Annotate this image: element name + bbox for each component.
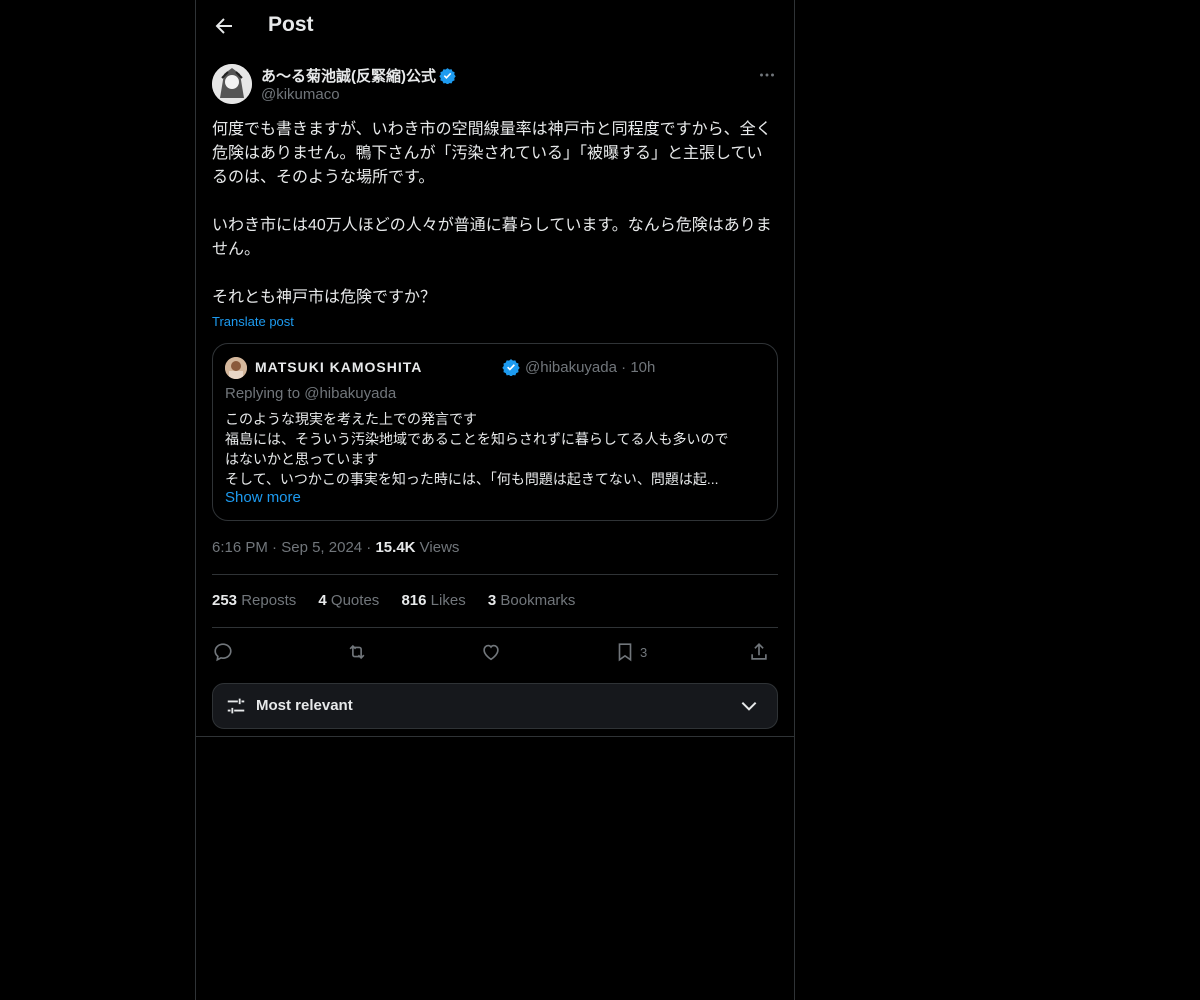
post-time[interactable]: 6:16 PM: [212, 539, 268, 556]
divider: [212, 574, 778, 575]
post-author: あ〜る菊池誠(反緊縮)公式 @kikumaco: [212, 64, 778, 108]
bookmark-count: 3: [640, 644, 648, 660]
quote-age: 10h: [630, 359, 656, 376]
quote-avatar: [225, 357, 247, 379]
avatar[interactable]: [212, 64, 252, 104]
like-button[interactable]: [480, 638, 502, 666]
repost-button[interactable]: [346, 638, 368, 666]
post-meta: 6:16 PM · Sep 5, 2024 · 15.4K Views: [212, 539, 460, 556]
replying-handle: @hibakuyada: [304, 385, 397, 402]
verified-badge-icon: [439, 67, 456, 88]
header: Post: [196, 0, 794, 54]
more-button[interactable]: [756, 64, 778, 86]
quotes-stat[interactable]: 4 Quotes: [318, 592, 379, 609]
post-stats: 253 Reposts 4 Quotes 816 Likes 3 Bookmar…: [212, 592, 593, 609]
verified-badge-icon: [502, 358, 520, 381]
reposts-count: 253: [212, 592, 238, 609]
quote-line: そして、いつかこの事実を知った時には、「何も問題は起きてない、問題は起...: [225, 471, 719, 487]
divider: [196, 736, 794, 737]
quote-separator: ·: [621, 359, 627, 376]
post-column: Post あ〜る菊池誠(反緊縮)公式 @kikumaco 何度でも書きますが、い…: [195, 0, 795, 1000]
translate-post-link[interactable]: Translate post: [212, 314, 294, 329]
likes-count: 816: [401, 592, 427, 609]
quote-line: 福島には、そういう汚染地域であることを知らされずに暮らしてる人も多いので: [225, 431, 729, 447]
quote-line: このような現実を考えた上での発言です: [225, 411, 477, 427]
quotes-label: Quotes: [330, 592, 380, 609]
post-body: 何度でも書きますが、いわき市の空間線量率は神戸市と同程度ですから、全く危険はあり…: [212, 121, 772, 306]
bookmark-button[interactable]: 3: [614, 638, 647, 666]
quote-meta: @hibakuyada · 10h: [525, 359, 655, 376]
quote-replying-to: Replying to @hibakuyada: [225, 385, 396, 402]
views-count: 15.4K: [375, 539, 416, 556]
bookmarks-stat[interactable]: 3 Bookmarks: [488, 592, 576, 609]
show-more-link[interactable]: Show more: [225, 489, 301, 506]
share-icon: [751, 643, 767, 660]
bookmark-icon: [618, 643, 632, 662]
bookmarks-count: 3: [487, 592, 497, 609]
heart-icon: [483, 644, 499, 661]
quoted-post[interactable]: MATSUKI KAMOSHITA @hibakuyada · 10h Repl…: [212, 343, 778, 521]
author-name[interactable]: あ〜る菊池誠(反緊縮)公式: [261, 65, 456, 88]
chevron-down-icon: [741, 701, 757, 711]
views-label: Views: [419, 539, 460, 556]
quote-author-name: MATSUKI KAMOSHITA: [255, 359, 423, 375]
author-handle[interactable]: @kikumaco: [261, 86, 340, 103]
page-title: Post: [268, 13, 314, 36]
reposts-label: Reposts: [241, 592, 297, 609]
action-bar: 3: [212, 638, 778, 666]
replying-prefix: Replying to: [225, 385, 301, 402]
reply-sort-dropdown[interactable]: Most relevant: [212, 683, 778, 729]
repost-icon: [349, 644, 365, 660]
quote-line: はないかと思っています: [225, 451, 379, 467]
more-dots-icon: [760, 73, 774, 77]
back-button[interactable]: [212, 14, 238, 40]
share-button[interactable]: [748, 638, 770, 666]
reply-icon: [214, 643, 232, 662]
likes-stat[interactable]: 816 Likes: [401, 592, 465, 609]
reply-button[interactable]: [212, 638, 234, 666]
quote-handle: @hibakuyada: [525, 359, 617, 376]
quotes-count: 4: [318, 592, 327, 609]
bookmarks-label: Bookmarks: [500, 592, 576, 609]
reposts-stat[interactable]: 253 Reposts: [212, 592, 296, 609]
sort-label: Most relevant: [256, 697, 353, 714]
author-name-text: あ〜る菊池誠(反緊縮)公式: [261, 68, 436, 85]
post-date[interactable]: Sep 5, 2024: [281, 539, 362, 556]
divider: [212, 627, 778, 628]
quote-text: このような現実を考えた上での発言です 福島には、そういう汚染地域であることを知ら…: [225, 409, 765, 489]
sliders-icon: [227, 698, 245, 714]
likes-label: Likes: [430, 592, 466, 609]
arrow-left-icon: [215, 18, 232, 34]
